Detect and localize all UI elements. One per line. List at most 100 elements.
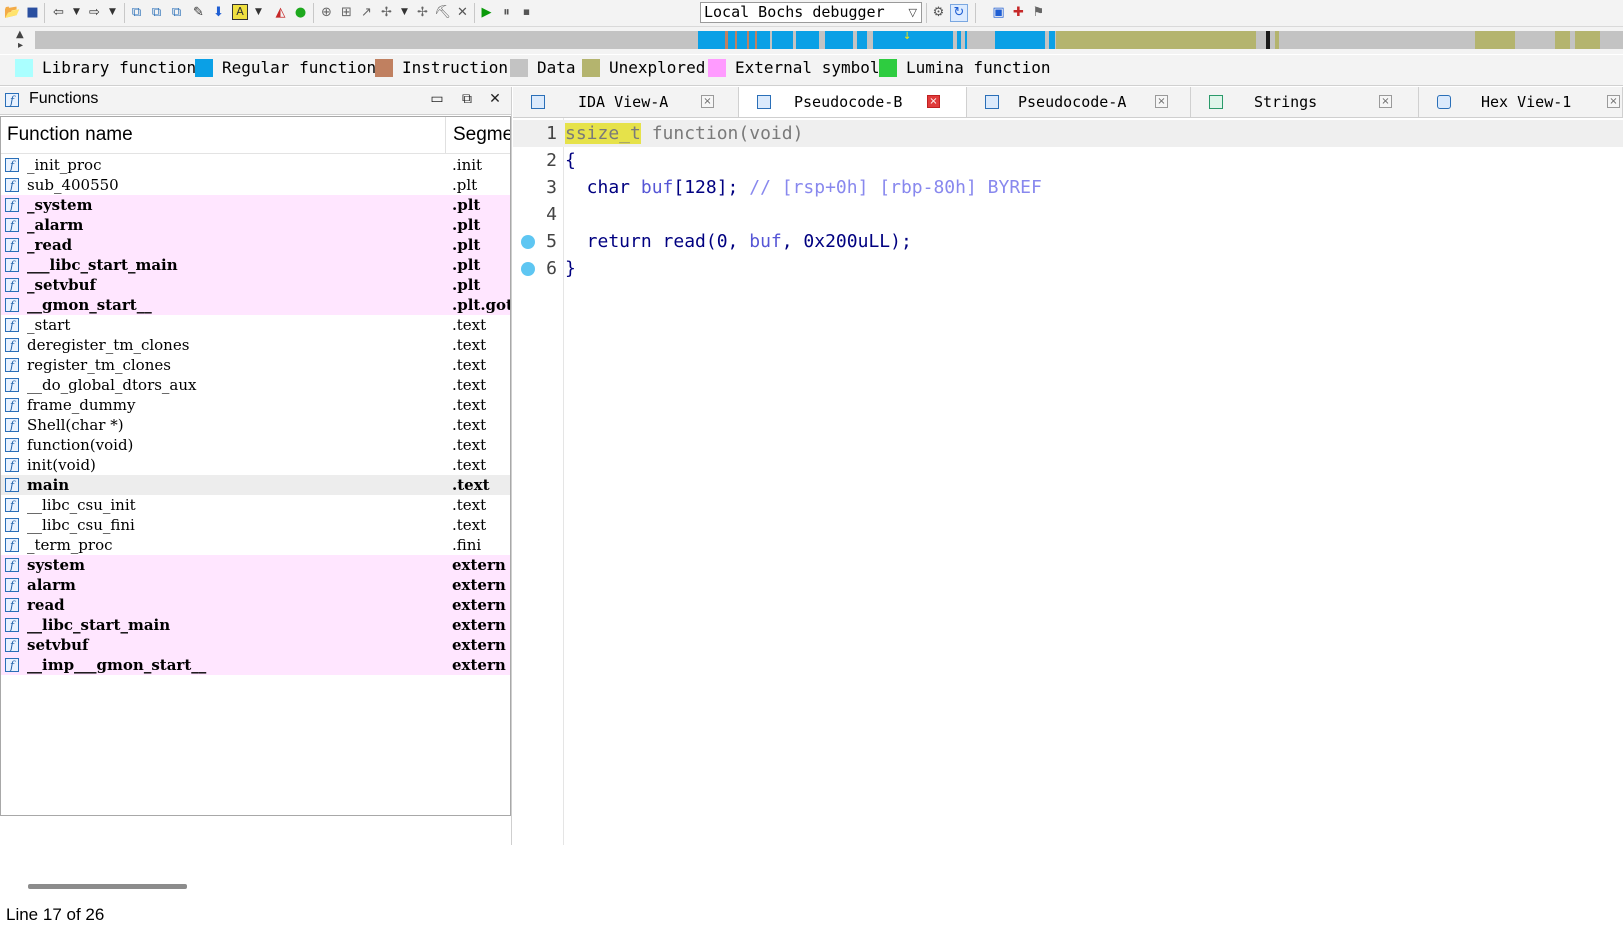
step-dropdown-icon[interactable]: ▼ bbox=[396, 4, 413, 21]
function-row[interactable]: f __libc_start_main extern bbox=[1, 615, 510, 635]
navigation-band[interactable]: ▲ ▸ ↓ bbox=[0, 27, 1623, 54]
function-row[interactable]: f _read .plt bbox=[1, 235, 510, 255]
function-row[interactable]: f main .text bbox=[1, 475, 510, 495]
code-text[interactable]: { bbox=[565, 147, 576, 174]
step-over-icon[interactable]: ✢ bbox=[378, 4, 395, 21]
keyword-token[interactable]: char bbox=[565, 177, 641, 198]
variable-token[interactable]: buf bbox=[749, 231, 782, 252]
maximize-icon[interactable]: ▭ bbox=[428, 90, 446, 108]
function-row[interactable]: f _alarm .plt bbox=[1, 215, 510, 235]
code-text[interactable]: } bbox=[565, 255, 576, 282]
function-row[interactable]: f __libc_csu_fini .text bbox=[1, 515, 510, 535]
run-to-cursor-icon[interactable]: ✢ bbox=[414, 4, 431, 21]
horizontal-scrollbar[interactable] bbox=[28, 884, 187, 889]
patch-icon[interactable]: ✎ bbox=[190, 4, 207, 21]
step-into-icon[interactable]: ↗ bbox=[358, 4, 375, 21]
save-icon[interactable]: ■ bbox=[24, 4, 41, 21]
signature-token[interactable]: function(void) bbox=[641, 123, 804, 144]
tab-close-icon[interactable]: × bbox=[1379, 95, 1392, 108]
functions-list[interactable]: Function name Segme f _init_proc .init f sub… bbox=[0, 116, 511, 816]
type-token[interactable]: ssize_t bbox=[565, 123, 641, 144]
debugger-select[interactable]: Local Bochs debugger ▽ bbox=[700, 2, 922, 23]
function-row[interactable]: f __gmon_start__ .plt.got bbox=[1, 295, 510, 315]
graph-icon[interactable]: ◭ bbox=[272, 4, 289, 21]
function-row[interactable]: f alarm extern bbox=[1, 575, 510, 595]
add-icon[interactable]: ✚ bbox=[1010, 4, 1027, 21]
function-row[interactable]: f _start .text bbox=[1, 315, 510, 335]
function-row[interactable]: f init(void) .text bbox=[1, 455, 510, 475]
tools-icon[interactable]: ⛏ bbox=[434, 4, 451, 21]
close-icon[interactable]: ✕ bbox=[454, 4, 471, 21]
debugger-options-icon[interactable]: ⚙ bbox=[930, 4, 947, 21]
comment-token[interactable]: // [rsp+0h] [rbp-80h] BYREF bbox=[749, 177, 1042, 198]
stop-icon[interactable]: ⏹ bbox=[518, 4, 535, 21]
function-row[interactable]: f sub_400550 .plt bbox=[1, 175, 510, 195]
float-window-icon[interactable]: ⧉ bbox=[458, 90, 476, 108]
step-icon[interactable]: ⊞ bbox=[338, 4, 355, 21]
nav-up-arrow-icon[interactable]: ▲ bbox=[16, 29, 24, 40]
function-row[interactable]: f function(void) .text bbox=[1, 435, 510, 455]
plugin-icon[interactable]: ⚑ bbox=[1030, 4, 1047, 21]
code-token[interactable]: [128]; bbox=[673, 177, 749, 198]
code-text[interactable]: ssize_t function(void) bbox=[565, 120, 803, 147]
tab-close-icon[interactable]: × bbox=[927, 95, 940, 108]
search-text-icon[interactable]: ⧉ bbox=[148, 4, 165, 21]
open-folder-icon[interactable]: 📂 bbox=[4, 4, 21, 21]
function-row[interactable]: f read extern bbox=[1, 595, 510, 615]
attach-process-icon[interactable]: ↻ bbox=[950, 4, 968, 22]
function-row[interactable]: f deregister_tm_clones .text bbox=[1, 335, 510, 355]
code-line[interactable]: 4 bbox=[513, 201, 1623, 228]
code-line[interactable]: 1 ssize_t function(void) bbox=[513, 120, 1623, 147]
function-row[interactable]: f _system .plt bbox=[1, 195, 510, 215]
function-row[interactable]: f __do_global_dtors_aux .text bbox=[1, 375, 510, 395]
pause-icon[interactable]: ⏸ bbox=[498, 4, 515, 21]
tab-pseudocode-b[interactable]: Pseudocode-B × bbox=[739, 87, 967, 117]
tab-close-icon[interactable]: × bbox=[1607, 95, 1620, 108]
code-text[interactable]: char buf[128]; // [rsp+0h] [rbp-80h] BYR… bbox=[565, 174, 1042, 201]
function-row[interactable]: f __libc_csu_init .text bbox=[1, 495, 510, 515]
code-line[interactable]: 2 { bbox=[513, 147, 1623, 174]
function-row[interactable]: f __imp___gmon_start__ extern bbox=[1, 655, 510, 675]
search-immediate-icon[interactable]: ⧉ bbox=[168, 4, 185, 21]
text-color-icon[interactable]: A bbox=[232, 4, 248, 20]
column-divider[interactable] bbox=[445, 117, 446, 153]
forward-icon[interactable]: ⇨ bbox=[86, 4, 103, 21]
breakpoint-icon[interactable]: ⊕ bbox=[318, 4, 335, 21]
forward-dropdown-icon[interactable]: ▼ bbox=[104, 4, 121, 21]
pseudocode-editor[interactable]: 1 ssize_t function(void) 2 { 3 char buf[… bbox=[513, 118, 1623, 845]
keyword-token[interactable]: return read(0, bbox=[565, 231, 749, 252]
function-row[interactable]: f _term_proc .fini bbox=[1, 535, 510, 555]
search-binary-icon[interactable]: ⧉ bbox=[128, 4, 145, 21]
code-text[interactable]: return read(0, buf, 0x200uLL); bbox=[565, 228, 912, 255]
tab-strings[interactable]: Strings × bbox=[1191, 87, 1419, 117]
function-row[interactable]: f Shell(char *) .text bbox=[1, 415, 510, 435]
back-dropdown-icon[interactable]: ▼ bbox=[68, 4, 85, 21]
nav-caret-icon[interactable]: ▸ bbox=[18, 40, 23, 51]
function-row[interactable]: f frame_dummy .text bbox=[1, 395, 510, 415]
code-line[interactable]: 6 } bbox=[513, 255, 1623, 282]
code-line[interactable]: 3 char buf[128]; // [rsp+0h] [rbp-80h] B… bbox=[513, 174, 1623, 201]
snapshot-icon[interactable]: ▣ bbox=[990, 4, 1007, 21]
function-row[interactable]: f setvbuf extern bbox=[1, 635, 510, 655]
code-token[interactable]: , 0x200uLL); bbox=[782, 231, 912, 252]
tab-hex-view-1[interactable]: Hex View-1 × bbox=[1419, 87, 1623, 117]
variable-token[interactable]: buf bbox=[641, 177, 674, 198]
column-header-segment[interactable]: Segme bbox=[453, 124, 510, 146]
navigation-strip[interactable]: ↓ bbox=[35, 31, 1623, 49]
jump-down-icon[interactable]: ⬇ bbox=[210, 4, 227, 21]
green-circle-icon[interactable]: ● bbox=[292, 4, 309, 21]
code-line[interactable]: 5 return read(0, buf, 0x200uLL); bbox=[513, 228, 1623, 255]
function-row[interactable]: f _init_proc .init bbox=[1, 155, 510, 175]
play-icon[interactable]: ▶ bbox=[478, 4, 495, 21]
function-row[interactable]: f ___libc_start_main .plt bbox=[1, 255, 510, 275]
column-header-function-name[interactable]: Function name bbox=[7, 124, 133, 146]
close-icon[interactable]: ✕ bbox=[486, 90, 504, 108]
back-icon[interactable]: ⇦ bbox=[50, 4, 67, 21]
function-row[interactable]: f system extern bbox=[1, 555, 510, 575]
function-row[interactable]: f _setvbuf .plt bbox=[1, 275, 510, 295]
tab-close-icon[interactable]: × bbox=[701, 95, 714, 108]
tab-ida-view-a[interactable]: IDA View-A × bbox=[513, 87, 739, 117]
function-row[interactable]: f register_tm_clones .text bbox=[1, 355, 510, 375]
tab-pseudocode-a[interactable]: Pseudocode-A × bbox=[967, 87, 1191, 117]
tab-close-icon[interactable]: × bbox=[1155, 95, 1168, 108]
